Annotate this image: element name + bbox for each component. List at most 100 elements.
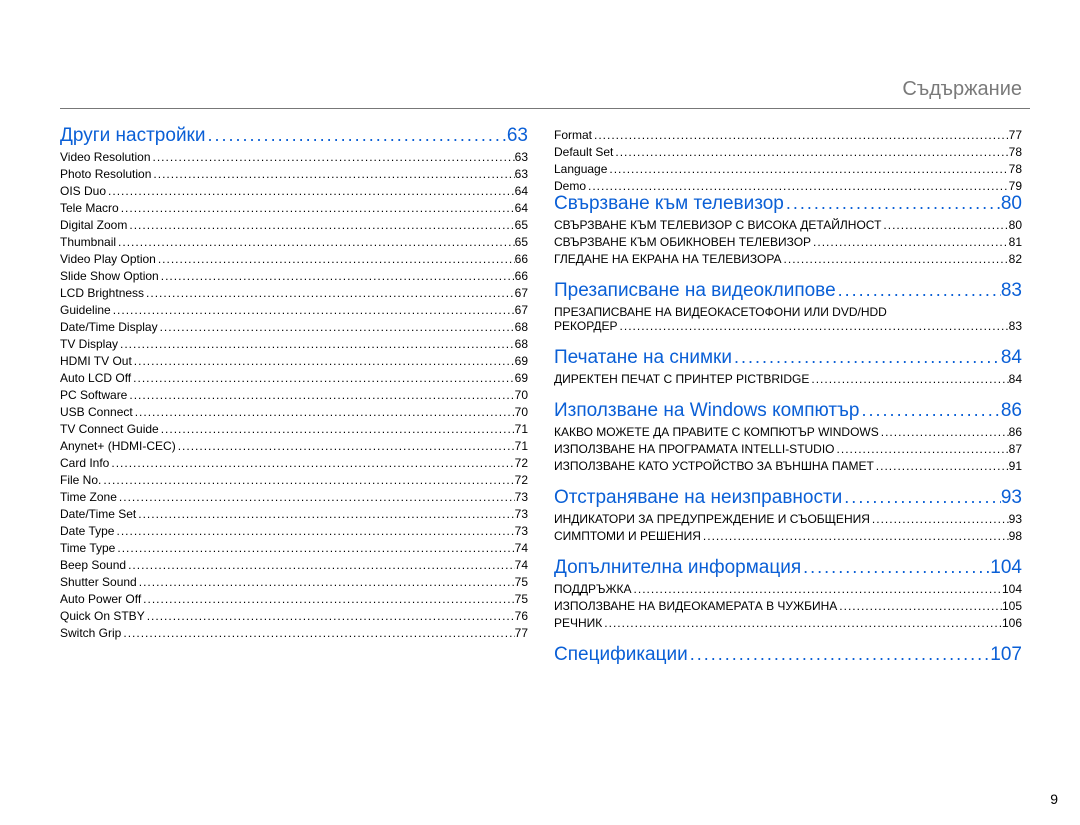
toc-entry-page: 67 (515, 286, 528, 300)
toc-entry-page: 75 (515, 592, 528, 606)
toc-entry[interactable]: Date/Time Set...........................… (60, 507, 528, 521)
toc-entry[interactable]: TV Display..............................… (60, 337, 528, 351)
toc-entry-page: 74 (515, 541, 528, 555)
toc-section[interactable]: Използване на Windows компютър..........… (554, 400, 1022, 422)
toc-entry-page: 70 (515, 388, 528, 402)
toc-entry[interactable]: LCD Brightness..........................… (60, 286, 528, 300)
toc-leader: ........................................… (701, 529, 1009, 543)
toc-entry[interactable]: РЕЧНИК..................................… (554, 616, 1022, 630)
toc-section[interactable]: Свързване към телевизор.................… (554, 193, 1022, 215)
toc-entry[interactable]: Video Play Option.......................… (60, 252, 528, 266)
toc-entry[interactable]: Anynet+ (HDMI-CEC)......................… (60, 439, 528, 453)
toc-entry[interactable]: PC Software.............................… (60, 388, 528, 402)
toc-entry[interactable]: Time Type...............................… (60, 541, 528, 555)
toc-entry-label: HDMI TV Out (60, 354, 132, 368)
toc-section-page: 86 (1001, 400, 1022, 422)
toc-entry-page: 66 (515, 252, 528, 266)
toc-entry-label: Format (554, 128, 592, 142)
toc-section[interactable]: Други настройки ........................… (60, 125, 528, 147)
toc-leader: ........................................… (132, 354, 515, 368)
toc-leader: ........................................… (688, 644, 991, 665)
toc-entry[interactable]: Time Zone...............................… (60, 490, 528, 504)
toc-entry-page: 64 (515, 184, 528, 198)
toc-entry[interactable]: ПРЕЗАПИСВАНЕ НА ВИДЕОКАСЕТОФОНИ ИЛИ DVD/… (554, 305, 1022, 333)
toc-entry-label: Beep Sound (60, 558, 126, 572)
toc-entry[interactable]: ГЛЕДАНЕ НА ЕКРАНА НА ТЕЛЕВИЗОРА.........… (554, 252, 1022, 266)
toc-entry[interactable]: ПОДДРЪЖКА...............................… (554, 582, 1022, 596)
toc-entry-page: 72 (515, 456, 528, 470)
toc-entry-page: 72 (515, 473, 528, 487)
toc-entry-page: 63 (515, 167, 528, 181)
toc-section[interactable]: Допълнителна информация.................… (554, 557, 1022, 579)
toc-section-label: Печатане на снимки (554, 347, 732, 369)
toc-entry-label: LCD Brightness (60, 286, 144, 300)
toc-entry-label: ПРЕЗАПИСВАНЕ НА ВИДЕОКАСЕТОФОНИ ИЛИ DVD/… (554, 305, 1022, 319)
toc-entry-page: 91 (1009, 459, 1022, 473)
toc-entry[interactable]: USB Connect.............................… (60, 405, 528, 419)
toc-entry[interactable]: Tele Macro..............................… (60, 201, 528, 215)
toc-entry[interactable]: TV Connect Guide........................… (60, 422, 528, 436)
toc-entry[interactable]: Photo Resolution........................… (60, 167, 528, 181)
toc-leader: ........................................… (151, 167, 514, 181)
toc-entry-label: Time Type (60, 541, 115, 555)
toc-leader: ........................................… (136, 507, 514, 521)
page-number: 9 (1050, 791, 1058, 807)
page-header-title: Съдържание (902, 78, 1022, 101)
toc-entry-label: Digital Zoom (60, 218, 127, 232)
toc-entry[interactable]: СИМПТОМИ И РЕШЕНИЯ......................… (554, 529, 1022, 543)
toc-entry[interactable]: Date Type...............................… (60, 524, 528, 538)
toc-entry[interactable]: Auto LCD Off............................… (60, 371, 528, 385)
toc-entry[interactable]: ДИРЕКТЕН ПЕЧАТ С ПРИНТЕР PICTBRIDGE.....… (554, 372, 1022, 386)
toc-entry[interactable]: СВЪРЗВАНЕ КЪМ ОБИКНОВЕН ТЕЛЕВИЗОР.......… (554, 235, 1022, 249)
toc-entry-label: Date/Time Set (60, 507, 136, 521)
toc-leader: ........................................… (874, 459, 1009, 473)
toc-leader: ........................................… (158, 320, 515, 334)
toc-section[interactable]: Презаписване на видеоклипове............… (554, 280, 1022, 302)
toc-entry[interactable]: File No.................................… (60, 473, 528, 487)
toc-section[interactable]: Печатане на снимки......................… (554, 347, 1022, 369)
toc-entry[interactable]: ИЗПОЛЗВАНЕ НА ВИДЕОКАМЕРАТА В ЧУЖБИНА...… (554, 599, 1022, 613)
toc-entry[interactable]: OIS Duo.................................… (60, 184, 528, 198)
toc-entry[interactable]: Card Info...............................… (60, 456, 528, 470)
toc-entry[interactable]: ИНДИКАТОРИ ЗА ПРЕДУПРЕЖДЕНИЕ И СЪОБЩЕНИЯ… (554, 512, 1022, 526)
toc-entry[interactable]: КАКВО МОЖЕТЕ ДА ПРАВИТЕ С КОМПЮТЪР WINDO… (554, 425, 1022, 439)
toc-section-label: Спецификации (554, 644, 688, 666)
toc-entry-page: 74 (515, 558, 528, 572)
toc-entry[interactable]: Default Set.............................… (554, 145, 1022, 159)
toc-entry[interactable]: Language................................… (554, 162, 1022, 176)
toc-entry[interactable]: Shutter Sound...........................… (60, 575, 528, 589)
toc-leader: ........................................… (114, 524, 514, 538)
toc-leader: ........................................… (835, 442, 1009, 456)
toc-entry-label: Quick On STBY (60, 609, 145, 623)
toc-entry-label: Auto Power Off (60, 592, 141, 606)
toc-entry-page: 78 (1009, 162, 1022, 176)
toc-entry[interactable]: Thumbnail...............................… (60, 235, 528, 249)
toc-entry[interactable]: Video Resolution........................… (60, 150, 528, 164)
toc-entry-label: Video Resolution (60, 150, 151, 164)
toc-entry-label: Demo (554, 179, 586, 193)
toc-entry[interactable]: ИЗПОЛЗВАНЕ НА ПРОГРАМАТА Intelli-studio.… (554, 442, 1022, 456)
toc-entry-label: Auto LCD Off (60, 371, 131, 385)
toc-entry[interactable]: ИЗПОЛЗВАНЕ КАТО УСТРОЙСТВО ЗА ВЪНШНА ПАМ… (554, 459, 1022, 473)
toc-entry[interactable]: Beep Sound..............................… (60, 558, 528, 572)
toc-entry[interactable]: Digital Zoom............................… (60, 218, 528, 232)
toc-entry[interactable]: Quick On STBY...........................… (60, 609, 528, 623)
toc-leader: ........................................… (119, 201, 515, 215)
toc-entry-label: ИНДИКАТОРИ ЗА ПРЕДУПРЕЖДЕНИЕ И СЪОБЩЕНИЯ (554, 512, 870, 526)
toc-section[interactable]: Отстраняване на неизправности...........… (554, 487, 1022, 509)
toc-leader: ........................................… (151, 150, 515, 164)
toc-entry[interactable]: Auto Power Off..........................… (60, 592, 528, 606)
toc-leader: ........................................… (837, 599, 1002, 613)
toc-entry[interactable]: Format..................................… (554, 128, 1022, 142)
toc-entry[interactable]: Guideline...............................… (60, 303, 528, 317)
toc-section-label: Други настройки (60, 125, 205, 147)
toc-section[interactable]: Спецификации............................… (554, 644, 1022, 666)
toc-entry-page: 64 (515, 201, 528, 215)
toc-entry[interactable]: СВЪРЗВАНЕ КЪМ ТЕЛЕВИЗОР С ВИСОКА ДЕТАЙЛН… (554, 218, 1022, 232)
toc-leader: ........................................… (592, 128, 1009, 142)
toc-entry[interactable]: Demo....................................… (554, 179, 1022, 193)
toc-entry[interactable]: Switch Grip.............................… (60, 626, 528, 640)
toc-entry[interactable]: HDMI TV Out.............................… (60, 354, 528, 368)
toc-entry[interactable]: Slide Show Option.......................… (60, 269, 528, 283)
toc-entry[interactable]: Date/Time Display.......................… (60, 320, 528, 334)
